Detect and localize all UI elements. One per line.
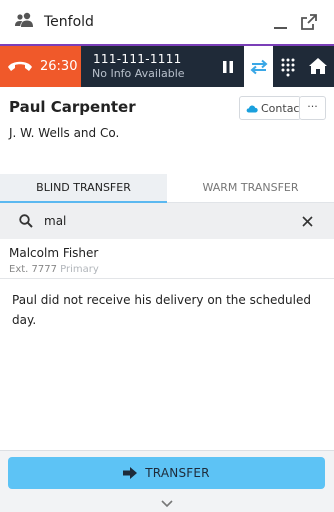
call-bar: 26:30 111-111-1111 No Info Available xyxy=(0,46,334,87)
tenfold-app: Tenfold 26:30 111-111-1111 No Info Avail… xyxy=(0,0,334,512)
result-name: Malcolm Fisher xyxy=(9,246,99,260)
transfer-button[interactable]: TRANSFER xyxy=(8,457,325,489)
footer: TRANSFER xyxy=(0,450,334,512)
salesforce-cloud-icon xyxy=(246,105,258,113)
search-input[interactable] xyxy=(44,211,294,231)
keypad-icon[interactable] xyxy=(280,57,296,77)
more-options-button[interactable]: ··· xyxy=(299,96,326,120)
people-icon xyxy=(15,12,33,27)
transfer-tabs: BLIND TRANSFER WARM TRANSFER xyxy=(0,174,334,203)
transfer-icon[interactable] xyxy=(249,58,269,76)
home-icon[interactable] xyxy=(308,56,328,76)
pause-icon[interactable] xyxy=(219,58,237,76)
close-icon[interactable] xyxy=(302,216,313,227)
list-item[interactable]: Malcolm Fisher Ext. 7777 Primary xyxy=(0,239,334,279)
contact-name: Paul Carpenter xyxy=(9,98,136,116)
search-icon xyxy=(19,214,33,228)
call-note: Paul did not receive his delivery on the… xyxy=(12,293,311,327)
caller-info: No Info Available xyxy=(92,67,185,80)
transfer-button-label: TRANSFER xyxy=(145,466,210,480)
contact-company: J. W. Wells and Co. xyxy=(9,126,120,140)
search-bar xyxy=(0,203,334,239)
chevron-down-icon[interactable] xyxy=(161,500,173,508)
contact-button-label: Contact xyxy=(261,102,304,115)
minimize-icon[interactable] xyxy=(273,14,289,30)
result-tag: Primary xyxy=(60,264,99,275)
call-timer-box: 26:30 xyxy=(0,46,81,87)
popout-icon[interactable] xyxy=(301,14,317,30)
result-ext-number: Ext. 7777 xyxy=(9,264,57,275)
title-bar: Tenfold xyxy=(0,0,334,46)
tab-warm-transfer[interactable]: WARM TRANSFER xyxy=(167,174,334,203)
contact-button[interactable]: Contact xyxy=(239,96,304,120)
tab-blind-transfer[interactable]: BLIND TRANSFER xyxy=(0,174,167,203)
arrow-right-icon xyxy=(123,467,138,479)
hangup-icon[interactable] xyxy=(7,59,33,73)
caller-number: 111-111-1111 xyxy=(93,52,182,66)
call-timer: 26:30 xyxy=(40,59,78,74)
result-extension: Ext. 7777 Primary xyxy=(9,264,99,275)
app-title: Tenfold xyxy=(44,14,94,30)
